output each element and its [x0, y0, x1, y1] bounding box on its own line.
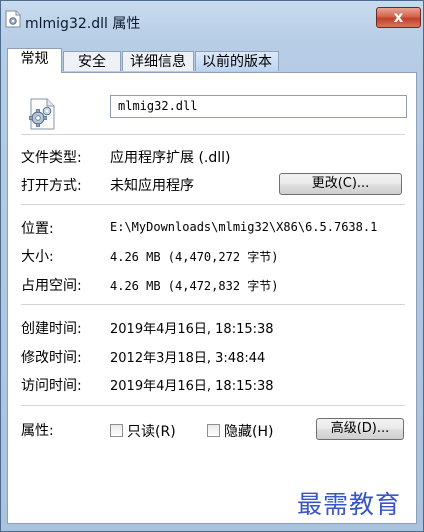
close-icon: x: [393, 8, 404, 26]
size-label: 大小:: [21, 249, 54, 265]
created-label: 创建时间:: [21, 321, 82, 337]
tab-previous-versions[interactable]: 以前的版本: [195, 51, 279, 71]
advanced-button[interactable]: 高级(D)...: [316, 418, 404, 440]
tab-security-label: 安全: [78, 54, 106, 70]
general-tab-panel: mlmig32.dll 文件类型: 应用程序扩展 (.dll) 打开方式: 未知…: [7, 72, 417, 524]
tab-previous-versions-label: 以前的版本: [202, 54, 272, 70]
hidden-checkbox[interactable]: [207, 424, 220, 437]
title-bar[interactable]: mlmig32.dll 属性 x: [1, 1, 423, 37]
open-with-label: 打开方式:: [21, 178, 82, 194]
readonly-checkbox[interactable]: [110, 424, 123, 437]
watermark-text: 最需教育: [297, 490, 402, 519]
location-label: 位置:: [21, 221, 54, 237]
window-title: mlmig32.dll 属性: [25, 16, 141, 32]
close-button[interactable]: x: [376, 7, 421, 28]
hidden-label[interactable]: 隐藏(H): [224, 421, 273, 441]
file-type-value: 应用程序扩展 (.dll): [110, 150, 231, 166]
tab-strip: 常规 安全 详细信息 以前的版本: [7, 48, 419, 73]
dll-file-icon: [5, 10, 21, 28]
properties-window: mlmig32.dll 属性 x 常规 安全 详细信息 以前的版本 mlmig3…: [0, 0, 424, 532]
size-on-disk-label: 占用空间:: [21, 278, 82, 294]
accessed-value: 2019年4月16日, 18:15:38: [110, 379, 274, 394]
divider: [21, 304, 405, 305]
created-value: 2019年4月16日, 18:15:38: [110, 322, 274, 337]
tab-details-label: 详细信息: [130, 54, 186, 70]
file-type-label: 文件类型:: [21, 150, 82, 166]
size-value: 4.26 MB (4,470,272 字节): [110, 250, 279, 264]
change-button[interactable]: 更改(C)...: [279, 173, 402, 195]
open-with-value: 未知应用程序: [110, 178, 194, 194]
modified-value: 2012年3月18日, 3:48:44: [110, 351, 266, 366]
location-value: E:\MyDownloads\mlmig32\X86\6.5.7638.1: [110, 220, 378, 234]
dll-gear-file-icon: [25, 97, 59, 131]
readonly-label[interactable]: 只读(R): [127, 421, 176, 441]
divider: [21, 405, 405, 406]
modified-label: 修改时间:: [21, 350, 82, 366]
attributes-label: 属性:: [21, 423, 54, 439]
file-name-field[interactable]: mlmig32.dll: [110, 95, 407, 118]
tab-general[interactable]: 常规: [7, 48, 62, 73]
tab-details[interactable]: 详细信息: [122, 51, 194, 71]
divider: [21, 204, 405, 205]
tab-general-label: 常规: [20, 51, 49, 67]
tab-security[interactable]: 安全: [63, 51, 121, 71]
divider: [21, 134, 405, 135]
accessed-label: 访问时间:: [21, 378, 82, 394]
size-on-disk-value: 4.26 MB (4,472,832 字节): [110, 279, 279, 293]
